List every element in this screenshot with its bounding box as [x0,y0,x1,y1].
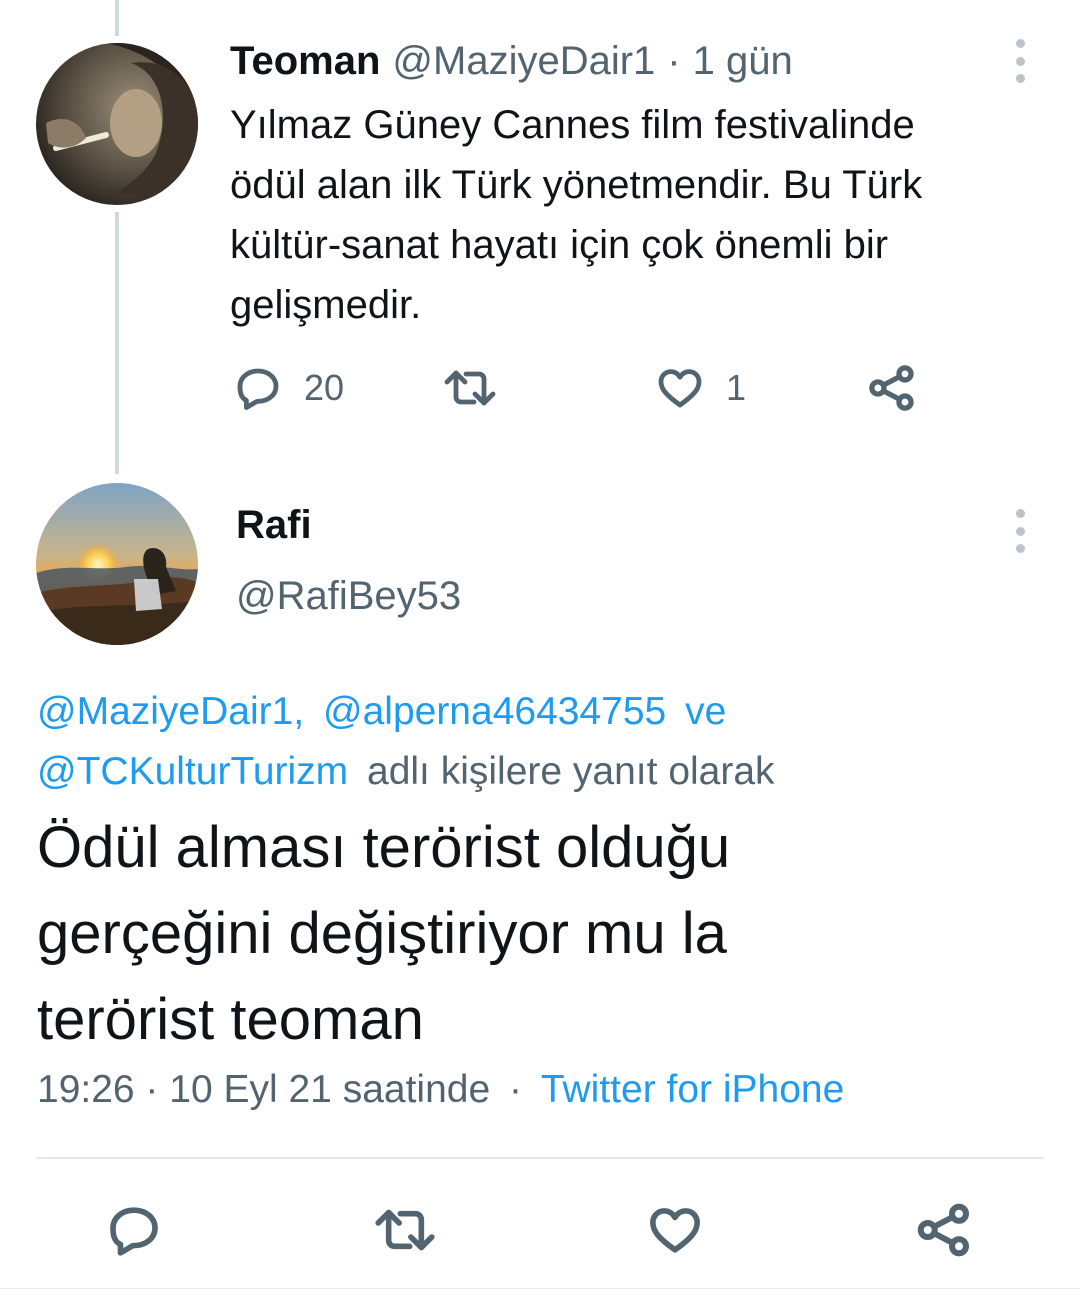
reply-context-line-2: @TCKulturTurizm adlı kişilere yanıt olar… [37,742,1037,802]
reply-context-suffix: adlı kişilere yanıt olarak [367,750,775,793]
main-retweet-button[interactable] [372,1202,438,1258]
parent-reply-button[interactable]: 20 [234,364,344,412]
main-display-name[interactable]: Rafi [236,503,312,548]
tweet-timestamp[interactable]: 19:26 · 10 Eyl 21 saatinde [37,1068,490,1111]
parent-more-options-icon[interactable] [1008,39,1032,83]
thread-line-top [115,0,119,36]
share-icon [917,1203,969,1257]
parent-handle[interactable]: @MaziyeDair1 [392,39,655,84]
reply-context-conjunction: ve [685,690,727,733]
parent-time[interactable]: 1 gün [693,39,793,84]
like-icon [658,369,702,408]
parent-header-separator: · [667,38,681,83]
main-more-options-icon[interactable] [1008,509,1032,553]
reply-icon [110,1207,158,1256]
avatar-teoman[interactable] [36,43,198,205]
parent-text-line: Yılmaz Güney Cannes film festivalinde [230,103,915,147]
parent-share-button[interactable] [866,362,918,414]
actions-divider [36,1157,1044,1159]
main-like-button[interactable] [646,1202,704,1258]
main-tweet-text: Ödül alması terörist olduğu gerçeğini de… [37,805,730,1063]
main-handle[interactable]: @RafiBey53 [236,574,461,619]
thread-line-bottom [115,212,119,474]
main-text-line: terörist teoman [37,987,424,1052]
parent-retweet-button[interactable] [442,364,520,412]
reply-icon [237,368,279,410]
reply-context: @MaziyeDair1, @alperna46434755 ve @TCKul… [37,682,1037,802]
avatar-rafi[interactable] [36,483,198,645]
mention-link[interactable]: @MaziyeDair1, [37,690,304,733]
reply-context-line-1: @MaziyeDair1, @alperna46434755 ve [37,682,1037,742]
avatar-teoman-image [36,43,198,205]
parent-text-line: ödül alan ilk Türk yönetmendir. Bu Türk [230,163,923,207]
mention-link[interactable]: @TCKulturTurizm [37,750,348,793]
parent-like-button[interactable]: 1 [656,364,746,412]
parent-display-name[interactable]: Teoman [230,39,380,84]
main-share-button[interactable] [914,1200,974,1260]
avatar-rafi-image [36,483,198,645]
bottom-divider [0,1288,1080,1289]
parent-text-line: kültür-sanat hayatı için çok önemli bir [230,223,889,267]
like-icon [650,1208,700,1253]
parent-text-line: gelişmedir. [230,283,422,327]
retweet-icon [444,370,496,406]
parent-tweet-text: Yılmaz Güney Cannes film festivalinde öd… [230,95,922,335]
retweet-icon [375,1209,435,1251]
tweet-meta: 19:26 · 10 Eyl 21 saatinde · Twitter for… [37,1068,844,1112]
tweet-meta-separator: · [509,1068,522,1111]
mention-link[interactable]: @alperna46434755 [323,690,666,733]
parent-reply-count: 20 [304,367,345,408]
parent-tweet-header: Teoman @MaziyeDair1 · 1 gün [230,36,793,86]
parent-like-count: 1 [726,367,747,408]
main-text-line: gerçeğini değiştiriyor mu la [37,901,727,966]
main-reply-button[interactable] [106,1202,162,1258]
share-icon [869,365,914,411]
tweet-source-link[interactable]: Twitter for iPhone [541,1068,844,1111]
main-text-line: Ödül alması terörist olduğu [37,815,731,880]
